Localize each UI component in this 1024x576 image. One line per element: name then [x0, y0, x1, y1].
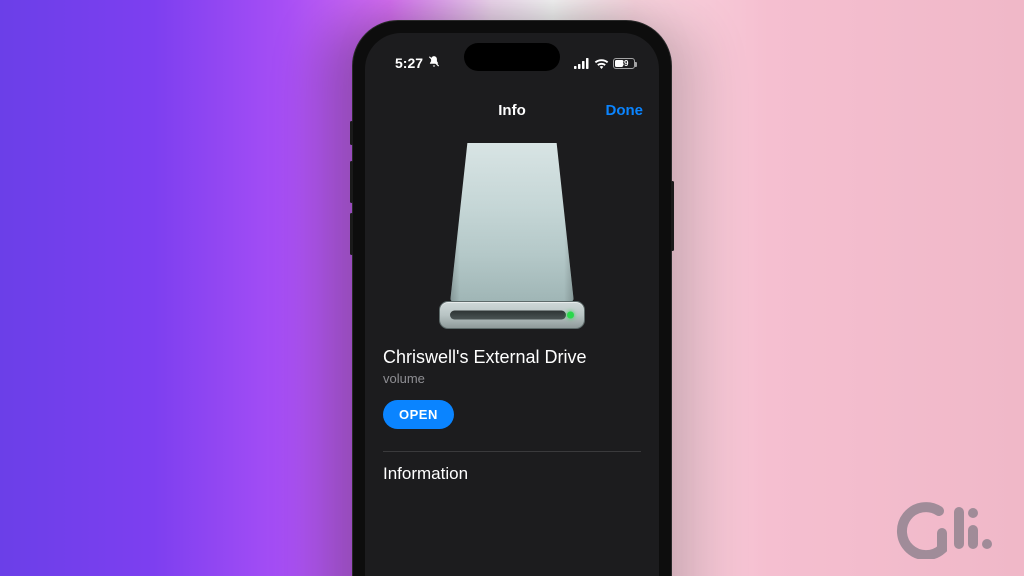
- drive-icon-wrap: [365, 143, 659, 329]
- iphone-frame: 5:27: [352, 20, 672, 576]
- drive-kind: volume: [383, 371, 641, 386]
- sheet-header: Info Done: [365, 89, 659, 131]
- wifi-icon: [594, 58, 609, 69]
- cellular-signal-icon: [574, 58, 590, 69]
- status-time: 5:27: [395, 55, 423, 71]
- phone-screen: 5:27: [365, 33, 659, 576]
- information-section-header: Information: [365, 452, 659, 484]
- volume-up-button[interactable]: [350, 161, 353, 203]
- battery-indicator: 39: [613, 58, 635, 69]
- power-button[interactable]: [671, 181, 674, 251]
- sheet-handle: [365, 81, 659, 89]
- external-drive-icon: [433, 143, 591, 329]
- bell-slash-icon: [427, 55, 441, 72]
- dynamic-island: [464, 43, 560, 71]
- drive-name: Chriswell's External Drive: [383, 347, 641, 368]
- page-title: Info: [498, 102, 526, 119]
- volume-down-button[interactable]: [350, 213, 353, 255]
- open-button[interactable]: OPEN: [383, 400, 454, 429]
- drive-activity-led-icon: [567, 312, 574, 319]
- gt-watermark-icon: [894, 501, 1004, 564]
- silent-switch[interactable]: [350, 121, 353, 145]
- done-button[interactable]: Done: [606, 102, 644, 119]
